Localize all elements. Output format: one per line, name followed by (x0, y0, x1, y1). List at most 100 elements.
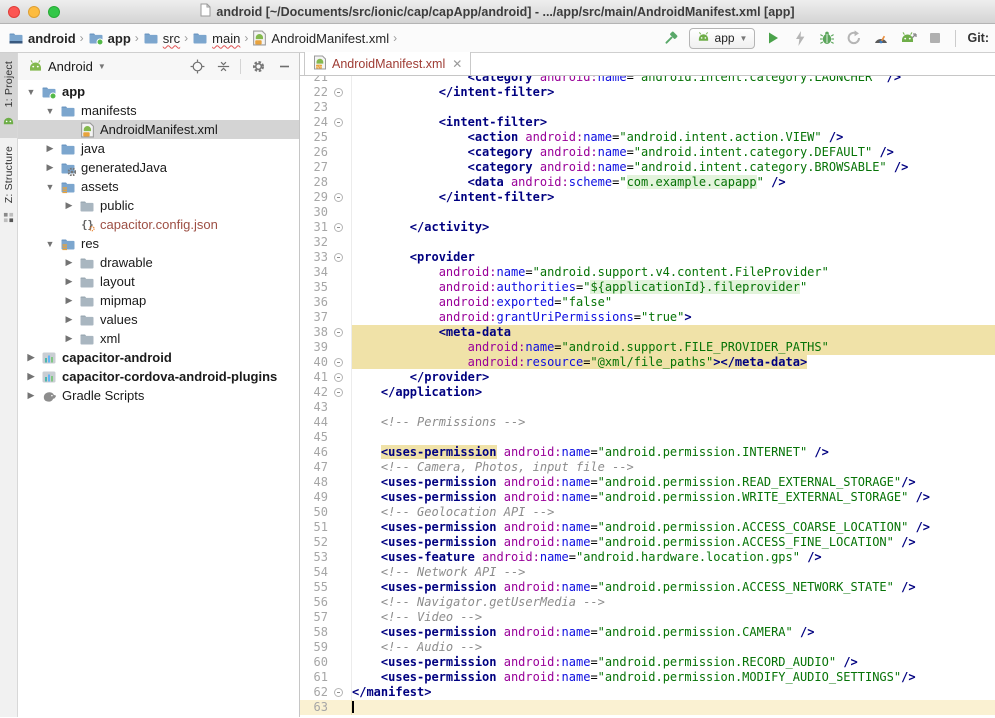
tree-expand-icon[interactable]: ▶ (64, 257, 74, 268)
fold-icon[interactable] (334, 688, 343, 697)
code-line-34[interactable]: 34 android:name="android.support.v4.cont… (300, 265, 995, 280)
fold-icon[interactable] (334, 193, 343, 202)
code-line-53[interactable]: 53 <uses-feature android:name="android.h… (300, 550, 995, 565)
fold-icon[interactable] (334, 88, 343, 97)
project-view-selector[interactable]: Android (48, 59, 93, 74)
code-line-60[interactable]: 60 <uses-permission android:name="androi… (300, 655, 995, 670)
breadcrumb-item-androidmanifest-xml[interactable]: AndroidManifest.xml (252, 30, 389, 46)
code-line-59[interactable]: 59 <!-- Audio --> (300, 640, 995, 655)
debug-icon[interactable] (818, 29, 836, 47)
tree-item-gradle-scripts[interactable]: ▶Gradle Scripts (18, 386, 299, 405)
tree-expand-icon[interactable]: ▶ (64, 333, 74, 344)
tree-item-mipmap[interactable]: ▶mipmap (18, 291, 299, 310)
tool-window-button-project[interactable]: 1: Project (0, 53, 17, 138)
minimize-window-button[interactable] (28, 6, 40, 18)
code-line-26[interactable]: 26 <category android:name="android.inten… (300, 145, 995, 160)
tree-item-java[interactable]: ▶java (18, 139, 299, 158)
tree-expand-icon[interactable]: ▶ (45, 143, 55, 154)
fold-icon[interactable] (334, 358, 343, 367)
tree-expand-icon[interactable]: ▼ (45, 239, 55, 249)
code-line-52[interactable]: 52 <uses-permission android:name="androi… (300, 535, 995, 550)
hide-panel-icon[interactable] (275, 58, 293, 76)
code-line-44[interactable]: 44 <!-- Permissions --> (300, 415, 995, 430)
code-line-42[interactable]: 42 </application> (300, 385, 995, 400)
tree-item-layout[interactable]: ▶layout (18, 272, 299, 291)
git-branch-label[interactable]: Git: (967, 31, 989, 45)
tree-item-generatedjava[interactable]: ▶generatedJava (18, 158, 299, 177)
tree-expand-icon[interactable]: ▼ (45, 182, 55, 192)
code-line-46[interactable]: 46 <uses-permission android:name="androi… (300, 445, 995, 460)
tree-item-androidmanifest-xml[interactable]: AndroidManifest.xml (18, 120, 299, 139)
code-line-63[interactable]: 63 (300, 700, 995, 715)
tool-window-button-structure[interactable]: Z: Structure (0, 138, 17, 233)
code-line-27[interactable]: 27 <category android:name="android.inten… (300, 160, 995, 175)
code-line-41[interactable]: 41 </provider> (300, 370, 995, 385)
tree-item-app[interactable]: ▼app (18, 82, 299, 101)
breadcrumb-item-main[interactable]: main (192, 30, 240, 46)
locate-icon[interactable] (188, 58, 206, 76)
code-line-22[interactable]: 22 </intent-filter> (300, 85, 995, 100)
profiler-icon[interactable] (872, 29, 890, 47)
tree-item-values[interactable]: ▶values (18, 310, 299, 329)
code-line-37[interactable]: 37 android:grantUriPermissions="true"> (300, 310, 995, 325)
code-line-32[interactable]: 32 (300, 235, 995, 250)
code-line-47[interactable]: 47 <!-- Camera, Photos, input file --> (300, 460, 995, 475)
attach-debugger-icon[interactable] (899, 29, 917, 47)
tree-item-assets[interactable]: ▼assets (18, 177, 299, 196)
tree-expand-icon[interactable]: ▶ (26, 352, 36, 363)
code-line-39[interactable]: 39 android:name="android.support.FILE_PR… (300, 340, 995, 355)
code-line-21[interactable]: 21 <category android:name="android.inten… (300, 76, 995, 85)
fold-icon[interactable] (334, 388, 343, 397)
apply-code-changes-icon[interactable] (845, 29, 863, 47)
tree-item-xml[interactable]: ▶xml (18, 329, 299, 348)
code-line-33[interactable]: 33 <provider (300, 250, 995, 265)
run-icon[interactable] (764, 29, 782, 47)
tree-expand-icon[interactable]: ▼ (45, 106, 55, 116)
run-configuration-select[interactable]: app ▼ (689, 28, 756, 49)
code-line-54[interactable]: 54 <!-- Network API --> (300, 565, 995, 580)
tree-expand-icon[interactable]: ▶ (64, 276, 74, 287)
code-line-28[interactable]: 28 <data android:scheme="com.example.cap… (300, 175, 995, 190)
tree-expand-icon[interactable]: ▼ (26, 87, 36, 97)
tree-item-drawable[interactable]: ▶drawable (18, 253, 299, 272)
code-line-57[interactable]: 57 <!-- Video --> (300, 610, 995, 625)
tree-item-res[interactable]: ▼res (18, 234, 299, 253)
code-line-58[interactable]: 58 <uses-permission android:name="androi… (300, 625, 995, 640)
fold-icon[interactable] (334, 328, 343, 337)
breadcrumb-item-android[interactable]: android (8, 30, 76, 46)
breadcrumb-item-app[interactable]: app (88, 30, 131, 46)
code-line-48[interactable]: 48 <uses-permission android:name="androi… (300, 475, 995, 490)
zoom-window-button[interactable] (48, 6, 60, 18)
code-line-31[interactable]: 31 </activity> (300, 220, 995, 235)
code-line-35[interactable]: 35 android:authorities="${applicationId}… (300, 280, 995, 295)
apply-changes-icon[interactable] (791, 29, 809, 47)
code-line-62[interactable]: 62</manifest> (300, 685, 995, 700)
code-line-30[interactable]: 30 (300, 205, 995, 220)
code-line-40[interactable]: 40 android:resource="@xml/file_paths"></… (300, 355, 995, 370)
tree-item-capacitor-config-json[interactable]: {}capacitor.config.json (18, 215, 299, 234)
tab-androidmanifest[interactable]: </> AndroidManifest.xml ✕ (304, 52, 471, 75)
code-line-49[interactable]: 49 <uses-permission android:name="androi… (300, 490, 995, 505)
tree-expand-icon[interactable]: ▶ (26, 390, 36, 401)
close-icon[interactable]: ✕ (452, 57, 462, 71)
code-line-24[interactable]: 24 <intent-filter> (300, 115, 995, 130)
code-line-36[interactable]: 36 android:exported="false" (300, 295, 995, 310)
code-line-38[interactable]: 38 <meta-data (300, 325, 995, 340)
fold-icon[interactable] (334, 118, 343, 127)
tree-expand-icon[interactable]: ▶ (64, 200, 74, 211)
tree-expand-icon[interactable]: ▶ (45, 162, 55, 173)
code-line-25[interactable]: 25 <action android:name="android.intent.… (300, 130, 995, 145)
tree-item-public[interactable]: ▶public (18, 196, 299, 215)
tree-expand-icon[interactable]: ▶ (64, 295, 74, 306)
fold-icon[interactable] (334, 373, 343, 382)
code-line-50[interactable]: 50 <!-- Geolocation API --> (300, 505, 995, 520)
tree-item-capacitor-cordova-android-plugins[interactable]: ▶capacitor-cordova-android-plugins (18, 367, 299, 386)
build-hammer-icon[interactable] (662, 29, 680, 47)
tree-expand-icon[interactable]: ▶ (64, 314, 74, 325)
code-line-51[interactable]: 51 <uses-permission android:name="androi… (300, 520, 995, 535)
fold-icon[interactable] (334, 253, 343, 262)
fold-icon[interactable] (334, 223, 343, 232)
code-line-55[interactable]: 55 <uses-permission android:name="androi… (300, 580, 995, 595)
code-line-23[interactable]: 23 (300, 100, 995, 115)
settings-gear-icon[interactable] (249, 58, 267, 76)
